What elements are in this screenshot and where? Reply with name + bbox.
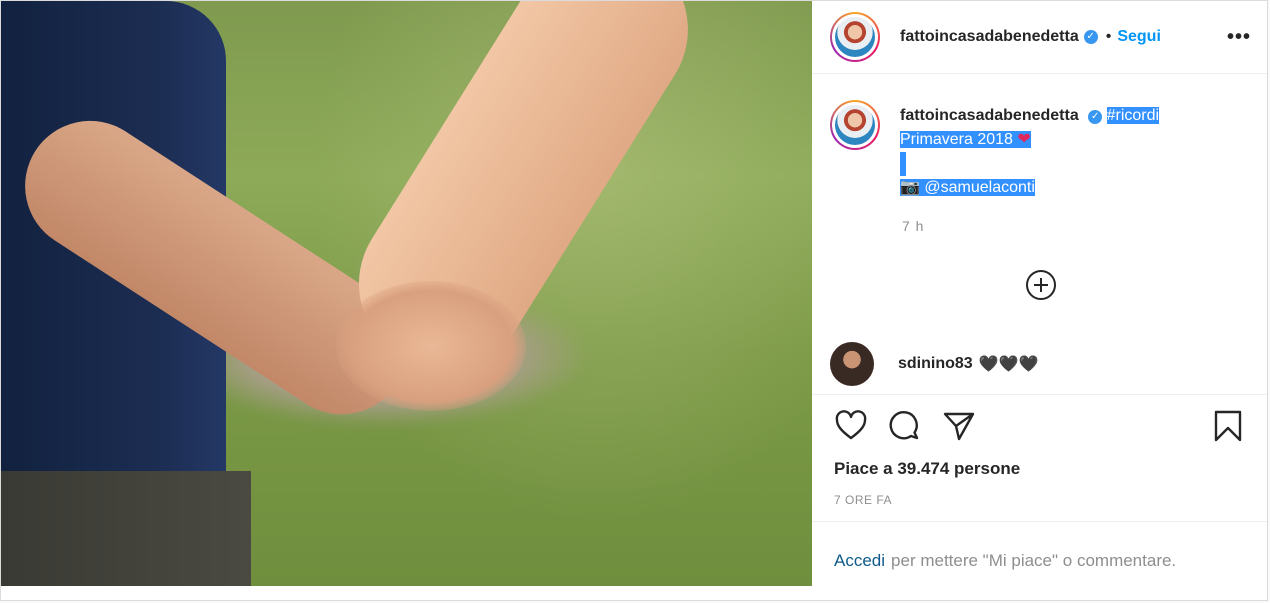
- author-avatar[interactable]: [830, 12, 880, 62]
- red-heart-icon: ❤: [1017, 131, 1031, 148]
- login-link[interactable]: Accedi: [834, 551, 885, 571]
- comment-row: sdinino83 🖤🖤🖤: [830, 342, 1251, 386]
- caption-line-2: Primavera 2018 ❤: [900, 131, 1031, 148]
- caption-text: fattoincasadabenedetta ✓ #ricordi Primav…: [900, 104, 1160, 200]
- login-prompt-text: per mettere "Mi piace" o commentare.: [891, 551, 1177, 570]
- commenter-username[interactable]: sdinino83: [898, 355, 973, 373]
- comment-text: 🖤🖤🖤: [978, 356, 1039, 373]
- like-heart-icon[interactable]: [834, 409, 868, 443]
- save-bookmark-icon[interactable]: [1211, 409, 1245, 443]
- follow-button[interactable]: Segui: [1117, 28, 1161, 46]
- login-prompt: Accedi per mettere "Mi piace" o commenta…: [812, 521, 1267, 600]
- post-header: fattoincasadabenedetta ✓ • Segui •••: [812, 1, 1267, 74]
- caption-time: 7 h: [902, 218, 925, 234]
- separator-dot: •: [1105, 28, 1112, 45]
- photo-holding-hands: [336, 281, 526, 411]
- verified-badge-icon: ✓: [1088, 110, 1103, 124]
- action-bar: [812, 394, 1267, 457]
- share-paper-plane-icon[interactable]: [942, 409, 976, 443]
- caption-avatar[interactable]: [830, 100, 880, 150]
- instagram-post: fattoincasadabenedetta ✓ • Segui ••• fat…: [0, 0, 1268, 601]
- more-options-icon[interactable]: •••: [1227, 26, 1251, 49]
- post-sidebar: fattoincasadabenedetta ✓ • Segui ••• fat…: [812, 1, 1267, 600]
- post-date: 7 ORE FA: [834, 493, 893, 507]
- caption-username[interactable]: fattoincasadabenedetta: [900, 107, 1079, 124]
- hashtag-link[interactable]: #ricordi: [1106, 107, 1160, 124]
- likes-count[interactable]: Piace a 39.474 persone: [812, 459, 1267, 479]
- photo-pants: [1, 471, 251, 586]
- post-photo[interactable]: [1, 1, 812, 586]
- comment-bubble-icon[interactable]: [888, 409, 922, 443]
- caption-credit: 📷 @samuelaconti: [900, 179, 1035, 196]
- caption: fattoincasadabenedetta ✓ #ricordi Primav…: [830, 100, 1251, 200]
- comments-section[interactable]: fattoincasadabenedetta ✓ #ricordi Primav…: [812, 74, 1267, 394]
- verified-badge-icon: ✓: [1083, 30, 1098, 44]
- author-username[interactable]: fattoincasadabenedetta: [900, 28, 1079, 46]
- load-more-comments-icon[interactable]: [1025, 270, 1056, 300]
- mention-link[interactable]: @samuelaconti: [924, 179, 1035, 196]
- selected-blank-line: [900, 152, 906, 176]
- commenter-avatar[interactable]: [830, 342, 874, 386]
- camera-icon: 📷: [900, 179, 920, 196]
